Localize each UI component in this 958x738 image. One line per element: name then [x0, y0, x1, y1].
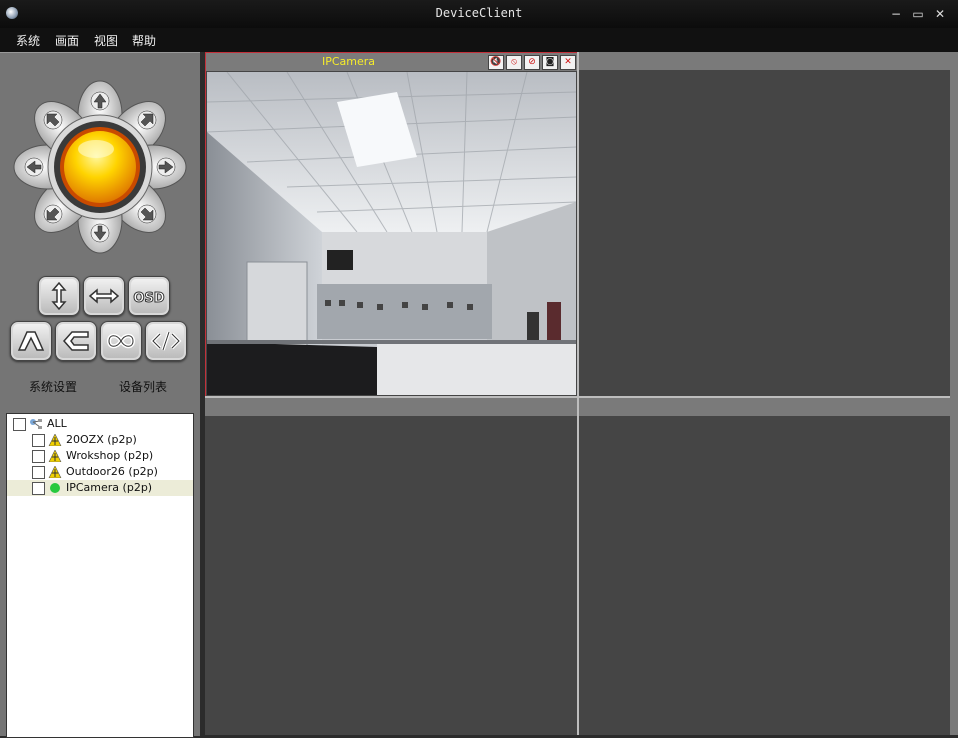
camera-icon[interactable]: ◙: [542, 55, 558, 70]
video-cell-2-header: [578, 52, 950, 70]
zoom-in-button[interactable]: [10, 321, 52, 361]
snapshot-record-icon[interactable]: ⊘: [524, 55, 540, 70]
menu-view[interactable]: 视图: [94, 32, 118, 49]
tree-device-1[interactable]: 20OZX (p2p): [7, 432, 193, 448]
arrow-up-left-icon[interactable]: [43, 110, 63, 130]
device-label: Outdoor26 (p2p): [66, 465, 158, 478]
osd-icon: OSD: [133, 291, 165, 307]
tree-device-4[interactable]: IPCamera (p2p): [7, 480, 193, 496]
tree-root-label: ALL: [47, 417, 67, 430]
iris-button[interactable]: [145, 321, 187, 361]
iris-icon: [150, 331, 182, 351]
menu-system[interactable]: 系统: [16, 32, 40, 49]
arrow-down-right-icon[interactable]: [137, 204, 157, 224]
control-panel: OSD 系统设置 设备列表 ALL 20OZX (p2p) Wrokshop (…: [0, 52, 200, 738]
arrow-down-icon[interactable]: [90, 223, 110, 243]
osd-label: OSD: [133, 291, 164, 306]
offline-device-icon: [48, 434, 62, 446]
grid-right-edge: [950, 52, 958, 735]
close-button[interactable]: ✕: [932, 6, 948, 22]
close-icon[interactable]: ✕: [560, 55, 576, 70]
online-status-icon: [50, 483, 60, 493]
camera-video-feed: [207, 72, 576, 395]
offline-device-icon: [48, 450, 62, 462]
device-label: 20OZX (p2p): [66, 433, 137, 446]
video-cell-1[interactable]: IPCamera 🔇 ⦸ ⊘ ◙ ✕: [205, 52, 578, 397]
camera-title: IPCamera: [322, 55, 376, 68]
grid-divider-vertical: [577, 52, 579, 735]
device-checkbox[interactable]: [32, 466, 45, 479]
offline-device-icon: [48, 466, 62, 478]
window-title: DeviceClient: [435, 6, 523, 20]
mute-icon[interactable]: 🔇: [488, 55, 504, 70]
tree-device-2[interactable]: Wrokshop (p2p): [7, 448, 193, 464]
arrow-down-left-icon[interactable]: [43, 204, 63, 224]
device-label: Wrokshop (p2p): [66, 449, 154, 462]
tree-device-3[interactable]: Outdoor26 (p2p): [7, 464, 193, 480]
focus-button[interactable]: [100, 321, 142, 361]
video-cell-3[interactable]: [205, 398, 577, 735]
zoom-in-icon: [17, 331, 45, 351]
zoom-out-button[interactable]: [55, 321, 97, 361]
video-cell-2[interactable]: [578, 52, 950, 397]
horizontal-flip-button[interactable]: [83, 276, 125, 316]
device-list-link[interactable]: 设备列表: [119, 378, 167, 395]
vertical-flip-button[interactable]: [38, 276, 80, 316]
arrow-left-icon[interactable]: [24, 157, 44, 177]
system-settings-link[interactable]: 系统设置: [29, 378, 77, 395]
zoom-out-icon: [62, 331, 89, 351]
horizontal-flip-icon: [88, 288, 120, 304]
video-cell-1-header: IPCamera 🔇 ⦸ ⊘ ◙ ✕: [206, 53, 577, 71]
title-bar: DeviceClient − ▭ ✕: [0, 0, 958, 29]
device-checkbox[interactable]: [32, 434, 45, 447]
tree-root-all[interactable]: ALL: [7, 416, 193, 432]
root-checkbox[interactable]: [13, 418, 26, 431]
maximize-button[interactable]: ▭: [910, 6, 926, 22]
focus-icon: [106, 333, 136, 349]
vertical-flip-icon: [51, 281, 67, 311]
ptz-arrows: [24, 91, 176, 243]
minimize-button[interactable]: −: [888, 6, 904, 22]
video-cell-4-header: [578, 398, 950, 416]
osd-button[interactable]: OSD: [128, 276, 170, 316]
arrow-right-icon[interactable]: [156, 157, 176, 177]
video-cell-4[interactable]: [578, 398, 950, 735]
menu-screen[interactable]: 画面: [55, 32, 79, 49]
grid-divider-horizontal: [205, 396, 950, 398]
device-checkbox[interactable]: [32, 450, 45, 463]
device-checkbox[interactable]: [32, 482, 45, 495]
record-icon[interactable]: ⦸: [506, 55, 522, 70]
network-icon: [30, 419, 42, 429]
device-tree: ALL 20OZX (p2p) Wrokshop (p2p) Outdoor26…: [6, 413, 194, 738]
menu-help[interactable]: 帮助: [132, 32, 156, 49]
arrow-up-icon[interactable]: [90, 91, 110, 111]
video-cell-3-header: [205, 398, 577, 416]
video-grid: IPCamera 🔇 ⦸ ⊘ ◙ ✕: [205, 52, 950, 735]
device-label: IPCamera (p2p): [66, 481, 153, 494]
menu-bar: 系统 画面 视图 帮助: [0, 28, 958, 52]
arrow-up-right-icon[interactable]: [137, 110, 157, 130]
